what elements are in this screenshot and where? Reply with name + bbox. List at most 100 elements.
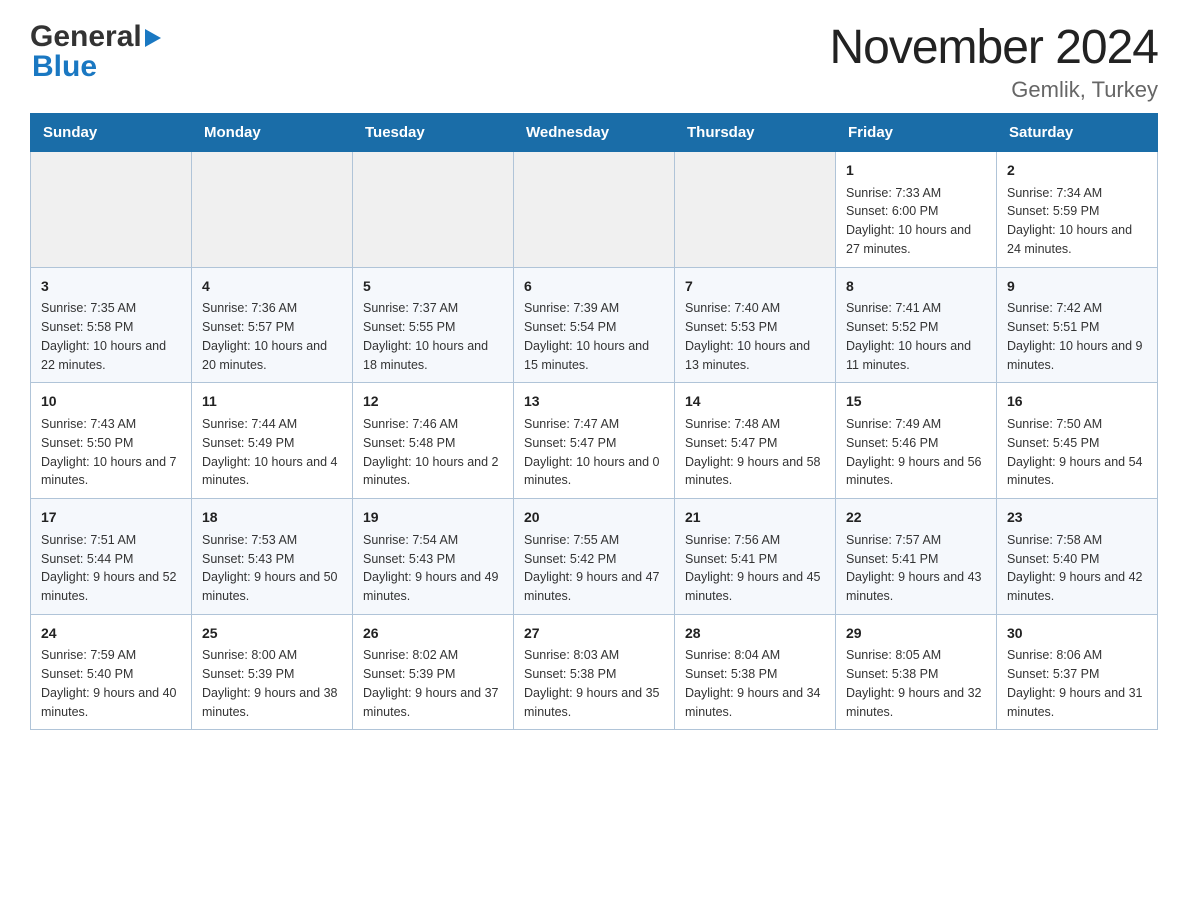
logo: General Blue xyxy=(30,20,161,84)
calendar-cell: 20Sunrise: 7:55 AM Sunset: 5:42 PM Dayli… xyxy=(514,499,675,615)
header-monday: Monday xyxy=(192,114,353,152)
day-number: 10 xyxy=(41,391,181,413)
day-number: 13 xyxy=(524,391,664,413)
location-title: Gemlik, Turkey xyxy=(829,77,1158,103)
day-number: 29 xyxy=(846,623,986,645)
header-tuesday: Tuesday xyxy=(353,114,514,152)
header-friday: Friday xyxy=(836,114,997,152)
day-number: 8 xyxy=(846,276,986,298)
logo-general-text: General xyxy=(30,20,142,54)
calendar-cell: 16Sunrise: 7:50 AM Sunset: 5:45 PM Dayli… xyxy=(997,383,1158,499)
calendar-cell: 7Sunrise: 7:40 AM Sunset: 5:53 PM Daylig… xyxy=(675,267,836,383)
calendar-cell: 2Sunrise: 7:34 AM Sunset: 5:59 PM Daylig… xyxy=(997,152,1158,268)
day-info: Sunrise: 7:56 AM Sunset: 5:41 PM Dayligh… xyxy=(685,531,825,606)
calendar-cell xyxy=(353,152,514,268)
calendar-cell: 21Sunrise: 7:56 AM Sunset: 5:41 PM Dayli… xyxy=(675,499,836,615)
day-number: 26 xyxy=(363,623,503,645)
day-info: Sunrise: 7:37 AM Sunset: 5:55 PM Dayligh… xyxy=(363,299,503,374)
title-section: November 2024 Gemlik, Turkey xyxy=(829,20,1158,103)
calendar-cell: 18Sunrise: 7:53 AM Sunset: 5:43 PM Dayli… xyxy=(192,499,353,615)
calendar-cell: 8Sunrise: 7:41 AM Sunset: 5:52 PM Daylig… xyxy=(836,267,997,383)
calendar-cell: 30Sunrise: 8:06 AM Sunset: 5:37 PM Dayli… xyxy=(997,614,1158,730)
calendar-cell: 5Sunrise: 7:37 AM Sunset: 5:55 PM Daylig… xyxy=(353,267,514,383)
day-info: Sunrise: 7:35 AM Sunset: 5:58 PM Dayligh… xyxy=(41,299,181,374)
calendar-cell: 6Sunrise: 7:39 AM Sunset: 5:54 PM Daylig… xyxy=(514,267,675,383)
logo-arrow-icon xyxy=(145,29,161,47)
day-number: 24 xyxy=(41,623,181,645)
week-row-3: 10Sunrise: 7:43 AM Sunset: 5:50 PM Dayli… xyxy=(31,383,1158,499)
day-number: 4 xyxy=(202,276,342,298)
day-info: Sunrise: 7:46 AM Sunset: 5:48 PM Dayligh… xyxy=(363,415,503,490)
day-info: Sunrise: 7:44 AM Sunset: 5:49 PM Dayligh… xyxy=(202,415,342,490)
day-info: Sunrise: 7:53 AM Sunset: 5:43 PM Dayligh… xyxy=(202,531,342,606)
header-sunday: Sunday xyxy=(31,114,192,152)
day-info: Sunrise: 7:57 AM Sunset: 5:41 PM Dayligh… xyxy=(846,531,986,606)
logo-blue-text: Blue xyxy=(32,50,97,84)
day-number: 25 xyxy=(202,623,342,645)
calendar-cell: 4Sunrise: 7:36 AM Sunset: 5:57 PM Daylig… xyxy=(192,267,353,383)
day-number: 27 xyxy=(524,623,664,645)
calendar-cell xyxy=(31,152,192,268)
day-number: 18 xyxy=(202,507,342,529)
day-info: Sunrise: 7:43 AM Sunset: 5:50 PM Dayligh… xyxy=(41,415,181,490)
day-info: Sunrise: 7:47 AM Sunset: 5:47 PM Dayligh… xyxy=(524,415,664,490)
day-info: Sunrise: 7:41 AM Sunset: 5:52 PM Dayligh… xyxy=(846,299,986,374)
day-number: 14 xyxy=(685,391,825,413)
day-info: Sunrise: 7:33 AM Sunset: 6:00 PM Dayligh… xyxy=(846,184,986,259)
day-info: Sunrise: 7:58 AM Sunset: 5:40 PM Dayligh… xyxy=(1007,531,1147,606)
day-number: 1 xyxy=(846,160,986,182)
day-info: Sunrise: 7:48 AM Sunset: 5:47 PM Dayligh… xyxy=(685,415,825,490)
day-number: 30 xyxy=(1007,623,1147,645)
day-info: Sunrise: 8:03 AM Sunset: 5:38 PM Dayligh… xyxy=(524,646,664,721)
calendar-table: SundayMondayTuesdayWednesdayThursdayFrid… xyxy=(30,113,1158,730)
day-info: Sunrise: 7:39 AM Sunset: 5:54 PM Dayligh… xyxy=(524,299,664,374)
header-wednesday: Wednesday xyxy=(514,114,675,152)
calendar-cell: 12Sunrise: 7:46 AM Sunset: 5:48 PM Dayli… xyxy=(353,383,514,499)
day-number: 2 xyxy=(1007,160,1147,182)
day-number: 3 xyxy=(41,276,181,298)
day-info: Sunrise: 7:36 AM Sunset: 5:57 PM Dayligh… xyxy=(202,299,342,374)
calendar-cell: 3Sunrise: 7:35 AM Sunset: 5:58 PM Daylig… xyxy=(31,267,192,383)
day-number: 16 xyxy=(1007,391,1147,413)
calendar-cell: 25Sunrise: 8:00 AM Sunset: 5:39 PM Dayli… xyxy=(192,614,353,730)
calendar-cell xyxy=(192,152,353,268)
day-number: 20 xyxy=(524,507,664,529)
day-number: 6 xyxy=(524,276,664,298)
day-number: 17 xyxy=(41,507,181,529)
calendar-cell: 23Sunrise: 7:58 AM Sunset: 5:40 PM Dayli… xyxy=(997,499,1158,615)
day-number: 15 xyxy=(846,391,986,413)
page-header: General Blue November 2024 Gemlik, Turke… xyxy=(30,20,1158,103)
day-number: 22 xyxy=(846,507,986,529)
calendar-cell: 26Sunrise: 8:02 AM Sunset: 5:39 PM Dayli… xyxy=(353,614,514,730)
calendar-cell: 13Sunrise: 7:47 AM Sunset: 5:47 PM Dayli… xyxy=(514,383,675,499)
calendar-cell: 10Sunrise: 7:43 AM Sunset: 5:50 PM Dayli… xyxy=(31,383,192,499)
calendar-cell: 22Sunrise: 7:57 AM Sunset: 5:41 PM Dayli… xyxy=(836,499,997,615)
calendar-cell xyxy=(675,152,836,268)
day-info: Sunrise: 8:02 AM Sunset: 5:39 PM Dayligh… xyxy=(363,646,503,721)
day-info: Sunrise: 7:51 AM Sunset: 5:44 PM Dayligh… xyxy=(41,531,181,606)
week-row-5: 24Sunrise: 7:59 AM Sunset: 5:40 PM Dayli… xyxy=(31,614,1158,730)
header-thursday: Thursday xyxy=(675,114,836,152)
calendar-cell xyxy=(514,152,675,268)
calendar-cell: 27Sunrise: 8:03 AM Sunset: 5:38 PM Dayli… xyxy=(514,614,675,730)
day-number: 7 xyxy=(685,276,825,298)
day-info: Sunrise: 7:49 AM Sunset: 5:46 PM Dayligh… xyxy=(846,415,986,490)
day-info: Sunrise: 7:40 AM Sunset: 5:53 PM Dayligh… xyxy=(685,299,825,374)
day-number: 12 xyxy=(363,391,503,413)
header-saturday: Saturday xyxy=(997,114,1158,152)
day-number: 28 xyxy=(685,623,825,645)
calendar-cell: 28Sunrise: 8:04 AM Sunset: 5:38 PM Dayli… xyxy=(675,614,836,730)
calendar-cell: 19Sunrise: 7:54 AM Sunset: 5:43 PM Dayli… xyxy=(353,499,514,615)
day-number: 19 xyxy=(363,507,503,529)
week-row-2: 3Sunrise: 7:35 AM Sunset: 5:58 PM Daylig… xyxy=(31,267,1158,383)
day-number: 11 xyxy=(202,391,342,413)
calendar-cell: 24Sunrise: 7:59 AM Sunset: 5:40 PM Dayli… xyxy=(31,614,192,730)
day-info: Sunrise: 7:54 AM Sunset: 5:43 PM Dayligh… xyxy=(363,531,503,606)
day-number: 23 xyxy=(1007,507,1147,529)
calendar-cell: 9Sunrise: 7:42 AM Sunset: 5:51 PM Daylig… xyxy=(997,267,1158,383)
month-title: November 2024 xyxy=(829,20,1158,75)
day-info: Sunrise: 8:05 AM Sunset: 5:38 PM Dayligh… xyxy=(846,646,986,721)
week-row-4: 17Sunrise: 7:51 AM Sunset: 5:44 PM Dayli… xyxy=(31,499,1158,615)
day-info: Sunrise: 8:04 AM Sunset: 5:38 PM Dayligh… xyxy=(685,646,825,721)
calendar-cell: 1Sunrise: 7:33 AM Sunset: 6:00 PM Daylig… xyxy=(836,152,997,268)
